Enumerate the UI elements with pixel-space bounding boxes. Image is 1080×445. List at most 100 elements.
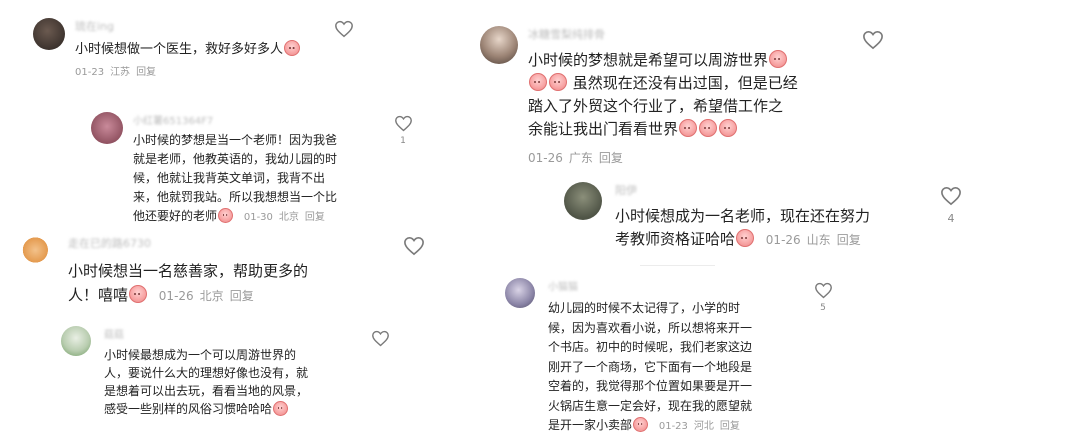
comment-meta: 01-26 山东 回复 bbox=[766, 233, 867, 247]
like-button[interactable] bbox=[332, 20, 356, 38]
comment-text: 幼儿园的时候不太记得了，小学的时 候，因为喜欢看小说，所以想将来开一 个书店。初… bbox=[548, 299, 838, 437]
comment-date: 01-30 bbox=[243, 212, 273, 223]
heart-outline-icon bbox=[404, 236, 424, 256]
comment-text-line: 考教师资格证哈哈 bbox=[615, 230, 736, 248]
comment-meta: 01-23 河北 回复 bbox=[659, 421, 746, 432]
avatar[interactable] bbox=[33, 18, 65, 50]
heart-outline-icon bbox=[394, 115, 412, 132]
comment-meta: 01-26 广东 回复 bbox=[528, 149, 629, 166]
reply-button[interactable]: 回复 bbox=[720, 421, 740, 432]
comment-text: 小时候的梦想就是希望可以周游世界 虽然现在还没有出过国，但是已经 踏入了外贸这个… bbox=[528, 49, 848, 141]
like-count: 4 bbox=[947, 212, 955, 225]
blush-emoji-icon bbox=[129, 285, 148, 303]
comment-text-line: 余能让我出门看看世界 bbox=[528, 120, 679, 138]
avatar[interactable] bbox=[61, 326, 91, 356]
blush-emoji-icon bbox=[273, 401, 289, 416]
comment-text-line: 人，要说什么大的理想好像也没有，就 bbox=[104, 366, 309, 380]
comment-text-line: 小时候想成为一名老师，现在还在努力 bbox=[615, 207, 871, 225]
comment-item: 小猫猫 幼儿园的时候不太记得了，小学的时 候，因为喜欢看小说，所以想将来开一 个… bbox=[470, 272, 1080, 445]
comment-meta: 01-23 江苏 回复 bbox=[75, 63, 162, 78]
comment-item: 走在已的路6730 小时候想当一名慈善家，帮助更多的 人！嘻嘻 01-26 北京回… bbox=[0, 228, 540, 318]
heart-outline-icon bbox=[863, 30, 883, 50]
username[interactable]: 小猫猫 bbox=[548, 278, 578, 293]
comment-text-line: 他还要好的老师 bbox=[133, 209, 218, 223]
blush-emoji-icon bbox=[218, 208, 234, 223]
comment-date: 01-23 bbox=[658, 421, 688, 432]
comment-location: 山东 bbox=[806, 233, 831, 247]
comment-text-line: 是开一家小卖部 bbox=[548, 418, 633, 432]
heart-outline-icon bbox=[941, 186, 961, 206]
comment-date: 01-26 bbox=[528, 151, 563, 165]
comment-item: 冰糖雪梨纯排骨 小时候的梦想就是希望可以周游世界 虽然现在还没有出过国，但是已经… bbox=[470, 0, 1080, 175]
like-count: 5 bbox=[820, 303, 826, 313]
reply-item: 小红薯651364F7 小时候的梦想是当一个老师！因为我爸 就是老师，他教英语的… bbox=[0, 100, 540, 225]
comment-text-line: 火锅店生意一定会好，现在我的愿望就 bbox=[548, 398, 753, 413]
comment-meta: 01-26 北京 回复 bbox=[159, 289, 260, 303]
comment-text-line: 就是老师，他教英语的，我幼儿园的时 bbox=[133, 152, 338, 166]
comment-location: 河北 bbox=[693, 421, 714, 432]
username[interactable]: 冰糖雪梨纯排骨 bbox=[528, 26, 605, 42]
blush-emoji-icon bbox=[699, 119, 718, 137]
blush-emoji-icon bbox=[679, 119, 698, 137]
comment-text-line: 刚开了一个商场，它下面有一个地段是 bbox=[548, 359, 753, 374]
comment-item: 琉在ing 小时候想做一个医生，救好多好多人 01-23 江苏 回复 bbox=[0, 0, 540, 90]
heart-outline-icon bbox=[371, 330, 389, 347]
reply-button[interactable]: 回复 bbox=[230, 289, 254, 303]
comment-text-line: 小时候的梦想就是希望可以周游世界 bbox=[528, 51, 769, 69]
blush-emoji-icon bbox=[719, 119, 738, 137]
comment-text-line: 小时候想做一个医生，救好多好多人 bbox=[75, 42, 284, 57]
reply-button[interactable]: 回复 bbox=[305, 212, 325, 223]
comment-text-line: 是想着可以出去玩，看看当地的风景， bbox=[104, 384, 309, 398]
comment-location: 江苏 bbox=[110, 67, 131, 78]
blush-emoji-icon bbox=[736, 229, 755, 247]
avatar[interactable] bbox=[20, 236, 48, 264]
comment-text-line: 来，他就罚我站。所以我想想当一个比 bbox=[133, 190, 338, 204]
comment-text: 小时候想当一名慈善家，帮助更多的 人！嘻嘻 01-26 北京 回复 bbox=[68, 259, 368, 308]
like-count: 1 bbox=[400, 136, 406, 146]
username[interactable]: 琉在ing bbox=[75, 18, 114, 34]
comment-text-line: 虽然现在还没有出过国，但是已经 bbox=[572, 74, 798, 92]
comment-text-line: 幼儿园的时候不太记得了，小学的时 bbox=[548, 301, 741, 315]
avatar[interactable] bbox=[564, 182, 602, 220]
reply-item: 菇菇 小时候最想成为一个可以周游世界的 人，要说什么大的理想好像也没有，就 是想… bbox=[0, 322, 540, 445]
comment-text-line: 感受一些别样的风俗习惯哈哈哈 bbox=[104, 402, 273, 416]
heart-outline-icon bbox=[335, 20, 353, 38]
username[interactable]: 走在已的路6730 bbox=[68, 235, 151, 251]
comment-text-line: 小时候的梦想是当一个老师！因为我爸 bbox=[133, 133, 338, 147]
like-button[interactable] bbox=[401, 236, 427, 256]
like-button[interactable] bbox=[369, 330, 391, 347]
avatar[interactable] bbox=[480, 26, 518, 64]
like-button[interactable]: 4 bbox=[938, 186, 964, 225]
comment-location: 北京 bbox=[199, 289, 224, 303]
comment-location: 广东 bbox=[568, 151, 593, 165]
username[interactable]: 菇菇 bbox=[104, 326, 124, 341]
comment-text-line: 空着的，我觉得那个位置如果要是开一 bbox=[548, 379, 753, 393]
avatar[interactable] bbox=[91, 112, 123, 144]
avatar[interactable] bbox=[505, 278, 535, 308]
comment-text-line: 个书店。初中的时候呢，我们老家这边 bbox=[548, 340, 753, 354]
comment-date: 01-26 bbox=[765, 233, 801, 247]
blush-emoji-icon bbox=[633, 417, 649, 432]
reply-button[interactable]: 回复 bbox=[599, 151, 623, 165]
comment-date: 01-26 bbox=[158, 289, 194, 303]
username[interactable]: 阳伊 bbox=[615, 182, 637, 198]
comment-text: 小时候想做一个医生，救好多好多人 bbox=[75, 38, 301, 57]
blush-emoji-icon bbox=[529, 73, 547, 91]
comment-text-line: 小时候想当一名慈善家，帮助更多的 bbox=[68, 262, 309, 280]
reply-item: 阳伊 小时候想成为一名老师，现在还在努力 考教师资格证哈哈 01-26 山东 回复 … bbox=[470, 176, 1080, 266]
reply-button[interactable]: 回复 bbox=[837, 233, 861, 247]
comment-meta: 01-30 北京 回复 bbox=[244, 212, 331, 223]
comment-text: 小时候想成为一名老师，现在还在努力 考教师资格证哈哈 01-26 山东 回复 bbox=[615, 205, 935, 252]
comment-text: 小时候最想成为一个可以周游世界的 人，要说什么大的理想好像也没有，就 是想着可以… bbox=[104, 346, 374, 418]
comment-text-line: 候，他就让我背英文单词，我背不出 bbox=[133, 171, 326, 185]
like-button[interactable] bbox=[860, 30, 886, 50]
comment-text-line: 踏入了外贸这个行业了，希望借工作之 bbox=[528, 97, 784, 115]
reply-button[interactable]: 回复 bbox=[136, 67, 156, 78]
comment-text: 小时候的梦想是当一个老师！因为我爸 就是老师，他教英语的，我幼儿园的时 候，他就… bbox=[133, 131, 403, 227]
like-button[interactable]: 1 bbox=[391, 115, 415, 146]
comment-date: 01-23 bbox=[75, 67, 105, 78]
blush-emoji-icon bbox=[284, 40, 301, 56]
username[interactable]: 小红薯651364F7 bbox=[133, 112, 213, 127]
comment-text-line: 人！嘻嘻 bbox=[68, 286, 129, 304]
like-button[interactable]: 5 bbox=[812, 282, 834, 313]
